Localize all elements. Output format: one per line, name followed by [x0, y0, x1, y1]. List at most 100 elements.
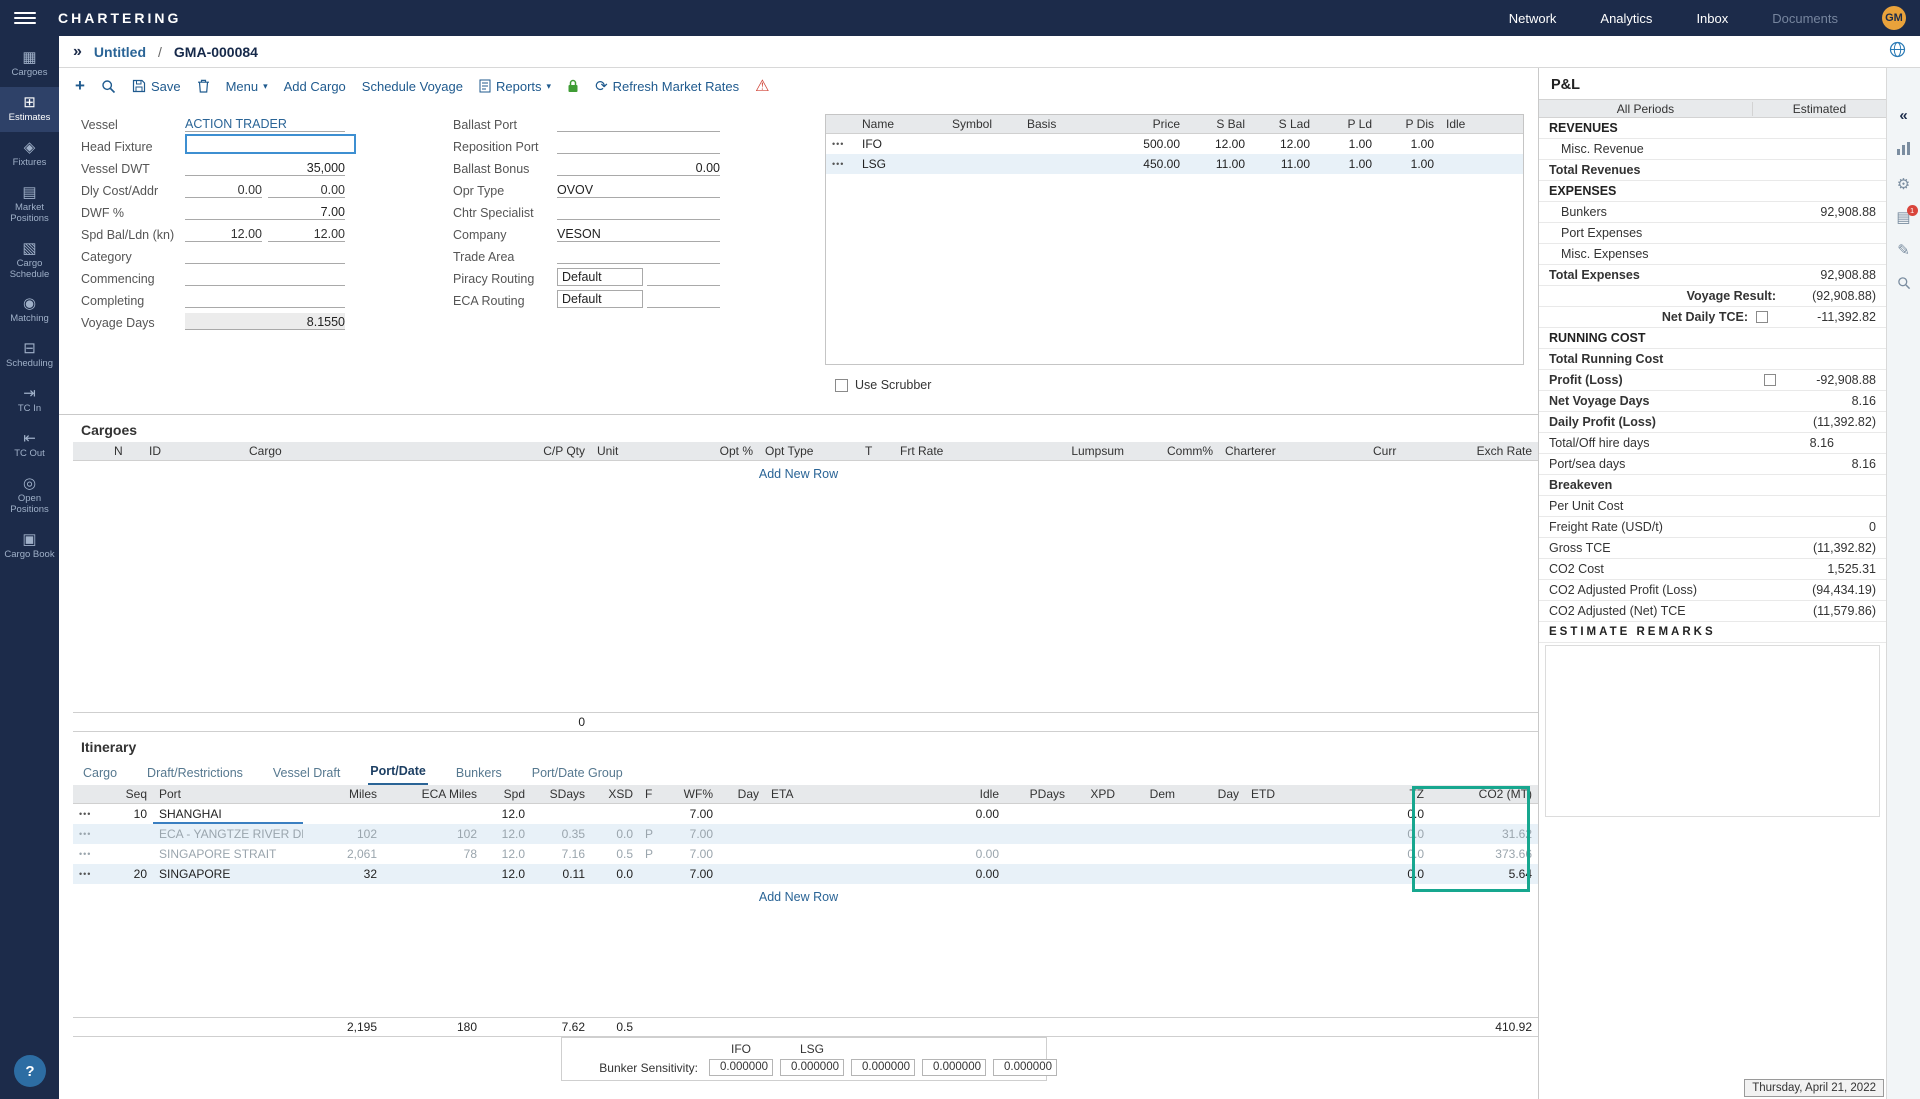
cell-spd[interactable]: 12.0 [483, 804, 531, 824]
cell-xpd[interactable] [1071, 804, 1121, 824]
cell-etd[interactable] [1245, 844, 1360, 864]
cell-eta[interactable] [765, 824, 875, 844]
cell-co2[interactable]: 5.64 [1430, 864, 1538, 884]
cell-day2[interactable] [1181, 844, 1245, 864]
cell-xsd[interactable]: 0.5 [591, 844, 639, 864]
tab-vessel-draft[interactable]: Vessel Draft [271, 763, 342, 785]
schedule-voyage-button[interactable]: Schedule Voyage [362, 79, 463, 94]
spd-laden-field[interactable]: 12.00 [268, 225, 345, 242]
chtr-specialist-field[interactable] [557, 203, 720, 220]
sidebar-item-tc-out[interactable]: ⇤ TC Out [0, 423, 59, 468]
cell-basis[interactable] [1021, 154, 1101, 174]
cell-spd[interactable]: 12.0 [483, 844, 531, 864]
cell-idle[interactable] [1440, 134, 1523, 154]
row-menu-icon[interactable]: ••• [73, 864, 105, 884]
cell-eca-miles[interactable]: 78 [383, 844, 483, 864]
cell-name[interactable]: LSG [856, 154, 946, 174]
nav-documents[interactable]: Documents [1772, 11, 1838, 26]
eca-routing-extra-field[interactable] [647, 291, 720, 308]
cell-idle[interactable]: 0.00 [875, 844, 1005, 864]
cell-wf[interactable]: 7.00 [663, 864, 719, 884]
cell-day[interactable] [719, 824, 765, 844]
add-cargo-button[interactable]: Add Cargo [284, 79, 346, 94]
cell-co2[interactable]: 373.66 [1430, 844, 1538, 864]
cell-seq[interactable]: 10 [105, 804, 153, 824]
cell-idle[interactable] [875, 824, 1005, 844]
cell-price[interactable]: 450.00 [1101, 154, 1186, 174]
avatar[interactable]: GM [1882, 6, 1906, 30]
tab-draft-restrictions[interactable]: Draft/Restrictions [145, 763, 245, 785]
cell-miles[interactable] [303, 804, 383, 824]
row-menu-icon[interactable]: ••• [73, 844, 105, 864]
cell-eca-miles[interactable]: 102 [383, 824, 483, 844]
cell-xpd[interactable] [1071, 824, 1121, 844]
cell-sdays[interactable]: 0.35 [531, 824, 591, 844]
eca-routing-select[interactable]: Default [557, 290, 643, 308]
cell-s-bal[interactable]: 12.00 [1186, 134, 1251, 154]
trade-area-field[interactable] [557, 247, 720, 264]
cell-sdays[interactable]: 0.11 [531, 864, 591, 884]
cell-xsd[interactable]: 0.0 [591, 824, 639, 844]
cell-miles[interactable]: 32 [303, 864, 383, 884]
cell-port[interactable]: ECA - YANGTZE RIVER DELTA [153, 824, 303, 844]
pnl-misc-revenue[interactable]: Misc. Revenue [1561, 142, 1644, 156]
sensitivity-input-1[interactable]: 0.000000 [709, 1059, 773, 1076]
sensitivity-input-3[interactable]: 0.000000 [851, 1059, 915, 1076]
sidebar-item-cargo-book[interactable]: ▣ Cargo Book [0, 524, 59, 569]
warning-icon[interactable]: ⚠ [755, 76, 769, 96]
ballast-bonus-field[interactable]: 0.00 [557, 159, 720, 176]
nav-network[interactable]: Network [1509, 11, 1557, 26]
cell-pdays[interactable] [1005, 824, 1071, 844]
profit-loss-checkbox[interactable] [1764, 374, 1776, 386]
save-button[interactable]: Save [132, 79, 181, 94]
cell-miles[interactable]: 2,061 [303, 844, 383, 864]
sidebar-item-market-positions[interactable]: ▤ Market Positions [0, 177, 59, 233]
cell-eca-miles[interactable] [383, 864, 483, 884]
cell-eta[interactable] [765, 844, 875, 864]
cell-price[interactable]: 500.00 [1101, 134, 1186, 154]
commencing-field[interactable] [185, 269, 345, 286]
pnl-bunkers[interactable]: Bunkers [1561, 205, 1607, 219]
cell-dem[interactable] [1121, 804, 1181, 824]
cell-seq[interactable] [105, 844, 153, 864]
sidebar-item-cargo-schedule[interactable]: ▧ Cargo Schedule [0, 233, 59, 289]
tab-port-date[interactable]: Port/Date [368, 761, 428, 785]
reposition-port-field[interactable] [557, 137, 720, 154]
hamburger-menu-icon[interactable] [14, 12, 36, 24]
lock-icon[interactable] [567, 79, 579, 93]
cell-day2[interactable] [1181, 824, 1245, 844]
use-scrubber-checkbox[interactable] [835, 379, 848, 392]
row-menu-icon[interactable]: ••• [826, 154, 856, 174]
nav-inbox[interactable]: Inbox [1696, 11, 1728, 26]
cell-etd[interactable] [1245, 864, 1360, 884]
cell-day2[interactable] [1181, 804, 1245, 824]
cell-xpd[interactable] [1071, 844, 1121, 864]
cargoes-add-new-row-link[interactable]: Add New Row [73, 461, 1524, 487]
cell-day[interactable] [719, 864, 765, 884]
sidebar-item-matching[interactable]: ◉ Matching [0, 288, 59, 333]
net-daily-tce-checkbox[interactable] [1756, 311, 1768, 323]
breadcrumb-title[interactable]: Untitled [94, 44, 146, 60]
sidebar-item-scheduling[interactable]: ⊟ Scheduling [0, 333, 59, 378]
sensitivity-input-5[interactable]: 0.000000 [993, 1059, 1057, 1076]
cell-wf[interactable]: 7.00 [663, 824, 719, 844]
cell-pdays[interactable] [1005, 844, 1071, 864]
cell-pdays[interactable] [1005, 804, 1071, 824]
expand-panel-icon[interactable]: » [73, 43, 82, 61]
cell-s-lad[interactable]: 11.00 [1251, 154, 1316, 174]
cell-co2[interactable] [1430, 804, 1538, 824]
refresh-market-rates-button[interactable]: ⟳ Refresh Market Rates [595, 77, 739, 95]
cell-eta[interactable] [765, 804, 875, 824]
cell-s-lad[interactable]: 12.00 [1251, 134, 1316, 154]
cell-xpd[interactable] [1071, 864, 1121, 884]
cell-idle[interactable]: 0.00 [875, 804, 1005, 824]
cell-p-ld[interactable]: 1.00 [1316, 154, 1378, 174]
dwf-field[interactable]: 7.00 [185, 203, 345, 220]
sidebar-item-estimates[interactable]: ⊞ Estimates [0, 87, 59, 132]
row-menu-icon[interactable]: ••• [826, 134, 856, 154]
cell-basis[interactable] [1021, 134, 1101, 154]
search-panel-icon[interactable] [1897, 276, 1911, 293]
cell-symbol[interactable] [946, 154, 1021, 174]
cell-day[interactable] [719, 844, 765, 864]
collapse-panel-icon[interactable]: « [1899, 108, 1907, 123]
